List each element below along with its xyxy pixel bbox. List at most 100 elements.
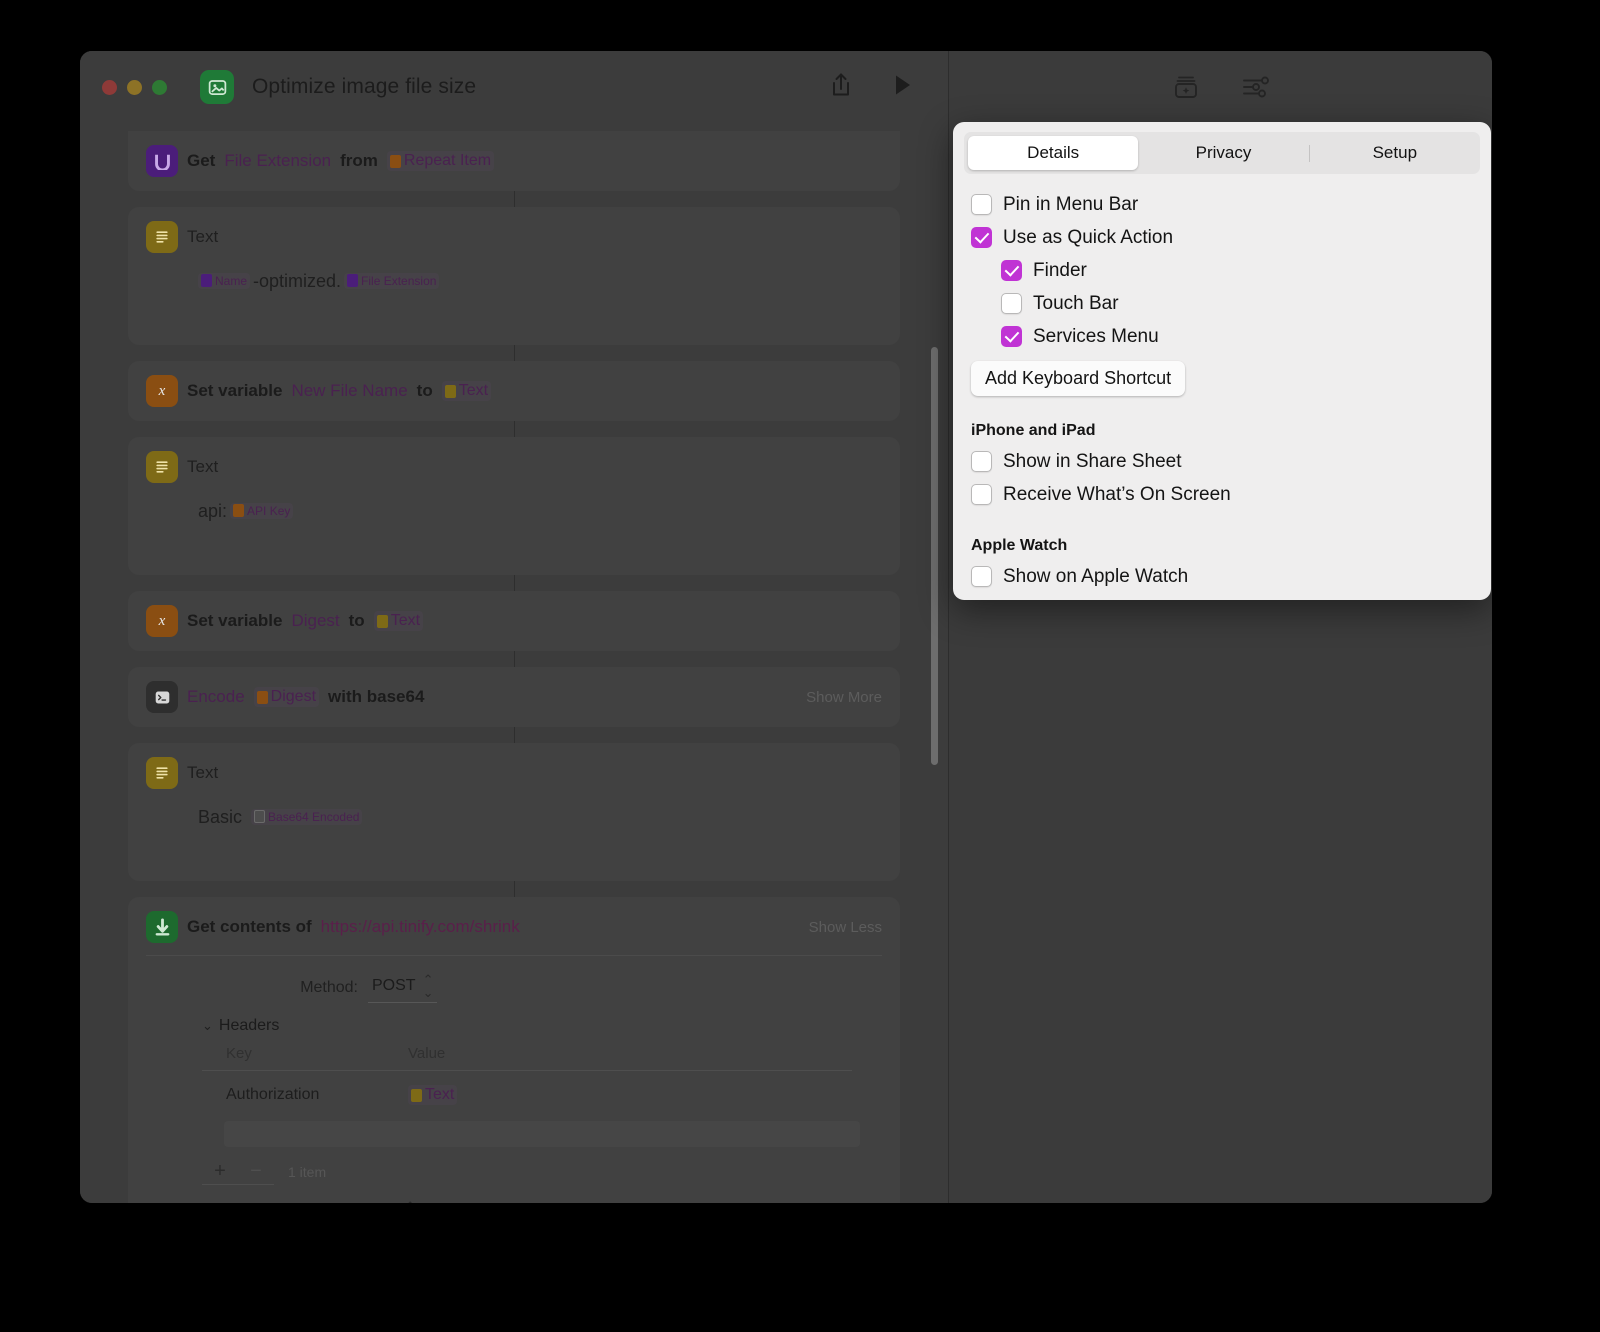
headers-disclosure[interactable]: ⌄ Headers	[202, 1017, 882, 1035]
method-select[interactable]: POST ⌃⌄	[368, 972, 437, 1003]
variable-digest[interactable]: Digest	[254, 687, 319, 707]
close-button[interactable]	[102, 80, 117, 95]
add-row-button[interactable]: +	[202, 1159, 238, 1185]
popover-body: Pin in Menu Bar Use as Quick Action Find…	[953, 174, 1491, 593]
action-text-api-key[interactable]: Text api: API Key	[128, 437, 900, 575]
option-show-on-apple-watch[interactable]: Show on Apple Watch	[971, 560, 1473, 593]
option-label: Pin in Menu Bar	[1003, 194, 1138, 216]
variable-label: File Extension	[361, 274, 436, 288]
show-more-toggle[interactable]: Show More	[806, 689, 882, 706]
checkbox-icon[interactable]	[971, 451, 992, 472]
page-title: Optimize image file size	[252, 75, 476, 99]
add-keyboard-shortcut-button[interactable]: Add Keyboard Shortcut	[971, 361, 1185, 396]
header-key-cell[interactable]: Authorization	[226, 1086, 408, 1104]
zoom-button[interactable]	[152, 80, 167, 95]
headers-table-header: Key Value	[202, 1045, 852, 1071]
checkbox-icon[interactable]	[971, 484, 992, 505]
action-encode-base64[interactable]: Encode Digest with base64 Show More	[128, 667, 900, 727]
action-word-to: to	[349, 611, 365, 631]
request-body-select[interactable]: File ⌃⌄	[368, 1199, 420, 1203]
option-use-as-quick-action[interactable]: Use as Quick Action	[971, 221, 1473, 254]
traffic-lights[interactable]	[102, 80, 167, 95]
section-title-apple-watch: Apple Watch	[971, 537, 1473, 555]
variable-text[interactable]: Text	[408, 1085, 457, 1105]
option-label: Finder	[1033, 260, 1087, 282]
remove-row-button[interactable]: −	[238, 1159, 274, 1185]
variable-icon: x	[146, 375, 178, 407]
minimize-button[interactable]	[127, 80, 142, 95]
editor-scrollbar[interactable]	[931, 347, 938, 765]
run-icon[interactable]	[894, 74, 912, 101]
headers-table: Key Value Authorization Text	[202, 1045, 852, 1147]
action-text-basic-auth[interactable]: Text Basic Base64 Encoded	[128, 743, 900, 881]
action-get-file-extension[interactable]: Get File Extension from Repeat Item	[128, 131, 900, 191]
checkbox-icon[interactable]	[971, 227, 992, 248]
section-title-iphone-ipad: iPhone and iPad	[971, 422, 1473, 440]
checkbox-icon[interactable]	[1001, 326, 1022, 347]
action-list[interactable]: Get File Extension from Repeat Item	[80, 123, 948, 1203]
option-receive-whats-on-screen[interactable]: Receive What’s On Screen	[971, 478, 1473, 511]
text-literal: Basic	[198, 807, 242, 828]
variable-label: API Key	[247, 504, 290, 518]
chevron-updown-icon: ⌃⌄	[423, 973, 434, 999]
tab-privacy[interactable]: Privacy	[1138, 136, 1308, 170]
sliders-icon[interactable]	[1238, 71, 1274, 103]
option-touch-bar[interactable]: Touch Bar	[971, 287, 1473, 320]
text-body[interactable]: Name -optimized. File Extension	[198, 271, 882, 292]
checkbox-icon[interactable]	[971, 194, 992, 215]
action-word-from: from	[340, 151, 378, 171]
action-word-set-variable: Set variable	[187, 381, 282, 401]
text-icon	[146, 757, 178, 789]
tab-details[interactable]: Details	[968, 136, 1138, 170]
add-action-icon[interactable]	[1168, 71, 1204, 103]
action-url-field[interactable]: https://api.tinify.com/shrink	[321, 917, 520, 937]
connector	[80, 881, 948, 897]
action-title: Text	[187, 227, 218, 247]
tab-setup[interactable]: Setup	[1310, 136, 1480, 170]
action-text-new-file-name[interactable]: Text Name -optimized. File Extension	[128, 207, 900, 345]
variable-repeat-item[interactable]: Repeat Item	[387, 151, 494, 171]
shortcuts-photo-icon	[200, 70, 234, 104]
chevron-down-icon: ⌄	[202, 1018, 213, 1034]
text-icon	[411, 1089, 422, 1102]
table-empty-row[interactable]	[224, 1121, 860, 1147]
method-value: POST	[372, 977, 416, 995]
variable-text[interactable]: Text	[442, 381, 491, 401]
item-count: 1 item	[288, 1164, 326, 1180]
text-body[interactable]: api: API Key	[198, 501, 882, 522]
table-row[interactable]: Authorization Text	[202, 1071, 852, 1119]
variable-icon	[257, 691, 268, 704]
variable-label: Base64 Encoded	[268, 810, 359, 824]
share-icon[interactable]	[830, 72, 852, 103]
option-label: Show on Apple Watch	[1003, 566, 1188, 588]
action-set-variable-digest[interactable]: x Set variable Digest to Text	[128, 591, 900, 651]
variable-api-key[interactable]: API Key	[230, 503, 293, 519]
variable-file-extension[interactable]: File Extension	[344, 273, 439, 289]
text-body[interactable]: Basic Base64 Encoded	[198, 807, 882, 828]
option-label: Touch Bar	[1033, 293, 1119, 315]
action-get-contents-of-url[interactable]: Get contents of https://api.tinify.com/s…	[128, 897, 900, 1203]
option-services-menu[interactable]: Services Menu	[971, 320, 1473, 353]
variable-name[interactable]: Name	[198, 273, 250, 289]
http-request-detail: Method: POST ⌃⌄ ⌄ Headers Key Value	[146, 955, 882, 1203]
checkbox-icon[interactable]	[1001, 293, 1022, 314]
action-token-digest[interactable]: Digest	[291, 611, 339, 631]
variable-text[interactable]: Text	[374, 611, 423, 631]
option-pin-in-menu-bar[interactable]: Pin in Menu Bar	[971, 188, 1473, 221]
variable-base64-encoded[interactable]: Base64 Encoded	[251, 809, 362, 825]
checkbox-icon[interactable]	[971, 566, 992, 587]
variable-label: Name	[215, 274, 247, 288]
action-token-encode[interactable]: Encode	[187, 687, 245, 707]
shortcut-details-popover: Details Privacy Setup Pin in Menu Bar Us…	[953, 122, 1491, 600]
option-finder[interactable]: Finder	[971, 254, 1473, 287]
variable-label: Text	[425, 1086, 454, 1104]
action-token-new-file-name[interactable]: New File Name	[291, 381, 407, 401]
action-set-variable-new-file-name[interactable]: x Set variable New File Name to Text	[128, 361, 900, 421]
option-show-in-share-sheet[interactable]: Show in Share Sheet	[971, 445, 1473, 478]
show-less-toggle[interactable]: Show Less	[809, 919, 882, 936]
script-icon	[146, 681, 178, 713]
shortcut-editor-pane: Optimize image file size	[80, 51, 948, 1203]
action-token-file-extension[interactable]: File Extension	[224, 151, 331, 171]
variable-icon	[347, 274, 358, 287]
checkbox-icon[interactable]	[1001, 260, 1022, 281]
